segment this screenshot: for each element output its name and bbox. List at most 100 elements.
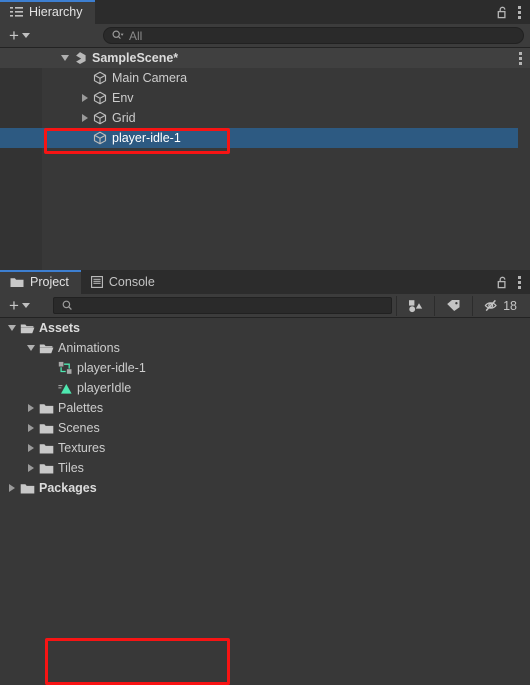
hierarchy-panel: Hierarchy + All SampleScene* Main Camera… bbox=[0, 0, 530, 270]
hidden-packages-button[interactable]: 18 bbox=[477, 296, 524, 316]
hierarchy-row-player-idle-1[interactable]: player-idle-1 bbox=[0, 128, 530, 148]
gameobject-cube-icon bbox=[91, 91, 109, 105]
gameobject-cube-icon bbox=[91, 71, 109, 85]
project-row-player-idle-1[interactable]: player-idle-1 bbox=[0, 358, 530, 378]
hierarchy-row-env[interactable]: Env bbox=[0, 88, 530, 108]
chevron-right-icon[interactable] bbox=[27, 404, 34, 412]
row-label: Tiles bbox=[58, 461, 84, 475]
row-label: Textures bbox=[58, 441, 106, 455]
folder-open-icon bbox=[37, 342, 55, 355]
folder-icon bbox=[37, 402, 55, 415]
folder-open-icon bbox=[18, 322, 36, 335]
toolbar-divider-1 bbox=[396, 295, 398, 316]
row-label: Scenes bbox=[58, 421, 100, 435]
row-label: player-idle-1 bbox=[77, 361, 146, 375]
unity-scene-icon bbox=[71, 51, 89, 65]
animator-controller-icon bbox=[56, 361, 74, 375]
project-row-tiles[interactable]: Tiles bbox=[0, 458, 530, 478]
project-search-input[interactable] bbox=[52, 297, 393, 314]
row-label: SampleScene* bbox=[92, 51, 179, 65]
scene-kebab-menu-icon[interactable] bbox=[519, 48, 522, 68]
toolbar-divider-2 bbox=[434, 295, 436, 316]
row-expander[interactable] bbox=[78, 114, 91, 122]
folder-icon bbox=[37, 422, 55, 435]
hierarchy-list-icon bbox=[10, 6, 23, 18]
project-row-assets[interactable]: Assets bbox=[0, 318, 530, 338]
project-tree[interactable]: Assets Animations player-idle-1 playerIdle P… bbox=[0, 318, 530, 622]
folder-icon bbox=[10, 276, 24, 288]
row-label: playerIdle bbox=[77, 381, 132, 395]
chevron-right-icon[interactable] bbox=[27, 444, 34, 452]
row-expander[interactable] bbox=[24, 345, 37, 351]
row-label: Animations bbox=[58, 341, 120, 355]
hierarchy-search-placeholder: All bbox=[128, 28, 143, 43]
project-row-packages[interactable]: Packages bbox=[0, 478, 530, 498]
animation-clip-icon bbox=[56, 382, 74, 395]
tab-hierarchy-label: Hierarchy bbox=[29, 5, 83, 19]
row-label: Packages bbox=[39, 481, 97, 495]
filter-by-label-button[interactable] bbox=[439, 296, 468, 316]
row-label: Grid bbox=[112, 111, 136, 125]
chevron-right-icon[interactable] bbox=[27, 424, 34, 432]
row-expander[interactable] bbox=[58, 55, 71, 61]
chevron-down-icon bbox=[21, 303, 30, 308]
gameobject-cube-icon bbox=[91, 131, 109, 145]
tab-project[interactable]: Project bbox=[0, 270, 81, 294]
tab-hierarchy[interactable]: Hierarchy bbox=[0, 0, 95, 24]
project-row-animations[interactable]: Animations bbox=[0, 338, 530, 358]
search-icon bbox=[62, 300, 73, 311]
gameobject-cube-icon bbox=[91, 111, 109, 125]
project-tabbar: Project Console bbox=[0, 270, 530, 294]
tab-console[interactable]: Console bbox=[81, 270, 167, 294]
hierarchy-row-samplescene[interactable]: SampleScene* bbox=[0, 48, 530, 68]
row-expander[interactable] bbox=[78, 94, 91, 102]
hierarchy-toolbar: + All bbox=[0, 24, 530, 48]
chevron-down-icon[interactable] bbox=[26, 345, 35, 351]
lock-open-icon[interactable] bbox=[497, 6, 508, 19]
kebab-menu-icon[interactable] bbox=[518, 5, 521, 19]
row-expander[interactable] bbox=[5, 484, 18, 492]
project-row-palettes[interactable]: Palettes bbox=[0, 398, 530, 418]
folder-icon bbox=[37, 442, 55, 455]
row-label: Palettes bbox=[58, 401, 104, 415]
create-gameobject-button[interactable]: + bbox=[6, 27, 33, 45]
project-toolbar: + 18 bbox=[0, 294, 530, 318]
row-expander[interactable] bbox=[24, 424, 37, 432]
lock-open-icon[interactable] bbox=[497, 276, 508, 289]
chevron-right-icon[interactable] bbox=[81, 114, 88, 122]
row-expander[interactable] bbox=[5, 325, 18, 331]
create-asset-button[interactable]: + bbox=[6, 297, 33, 315]
hierarchy-search-input[interactable]: All bbox=[102, 27, 524, 44]
toolbar-divider-3 bbox=[472, 295, 474, 316]
folder-icon bbox=[37, 462, 55, 475]
folder-icon bbox=[18, 482, 36, 495]
hierarchy-row-main-camera[interactable]: Main Camera bbox=[0, 68, 530, 88]
hierarchy-row-grid[interactable]: Grid bbox=[0, 108, 530, 128]
plus-icon: + bbox=[9, 295, 19, 315]
project-row-scenes[interactable]: Scenes bbox=[0, 418, 530, 438]
row-expander[interactable] bbox=[24, 444, 37, 452]
filter-by-label-icon bbox=[446, 299, 461, 312]
filter-by-type-icon bbox=[408, 299, 423, 313]
filter-by-type-button[interactable] bbox=[401, 296, 430, 316]
row-expander[interactable] bbox=[24, 404, 37, 412]
annotation-box-project-animations bbox=[45, 638, 230, 685]
chevron-right-icon[interactable] bbox=[8, 484, 15, 492]
eye-slash-icon bbox=[484, 299, 501, 312]
chevron-right-icon[interactable] bbox=[27, 464, 34, 472]
chevron-down-icon[interactable] bbox=[60, 55, 69, 61]
row-label: player-idle-1 bbox=[112, 131, 181, 145]
chevron-down-icon[interactable] bbox=[7, 325, 16, 331]
row-selection-highlight bbox=[0, 128, 518, 148]
hierarchy-tree[interactable]: SampleScene* Main Camera Env Grid player-idl… bbox=[0, 48, 530, 270]
tab-console-label: Console bbox=[108, 275, 155, 289]
row-expander[interactable] bbox=[24, 464, 37, 472]
chevron-right-icon[interactable] bbox=[81, 94, 88, 102]
hierarchy-tabbar: Hierarchy bbox=[0, 0, 530, 24]
project-row-playeridle[interactable]: playerIdle bbox=[0, 378, 530, 398]
console-icon bbox=[90, 276, 103, 288]
project-row-textures[interactable]: Textures bbox=[0, 438, 530, 458]
plus-icon: + bbox=[9, 25, 19, 45]
row-label: Assets bbox=[39, 321, 80, 335]
kebab-menu-icon[interactable] bbox=[518, 275, 521, 289]
